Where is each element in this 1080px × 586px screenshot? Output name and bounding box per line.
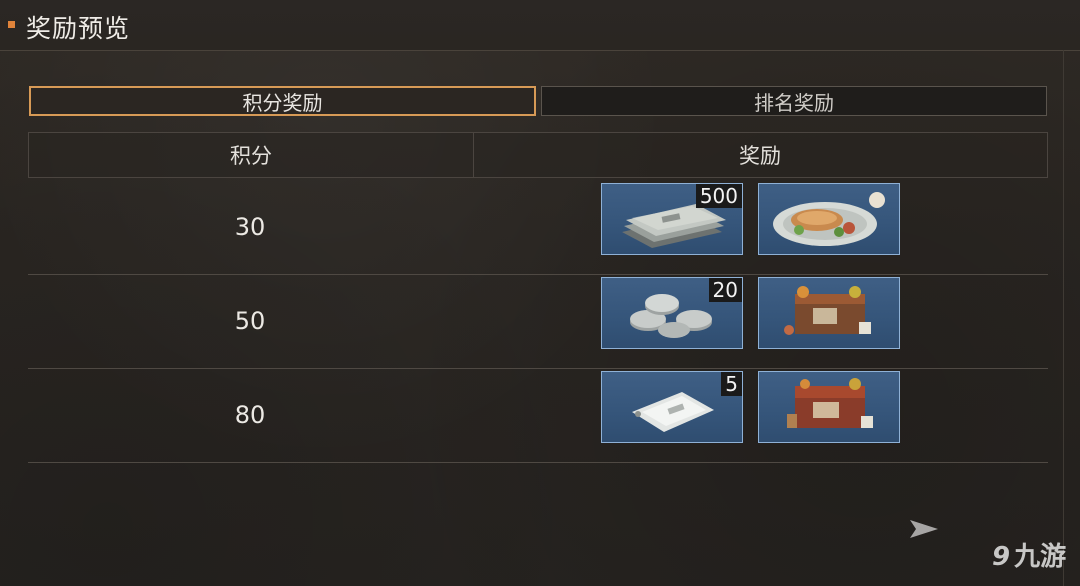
header-bar: 奖励预览 (0, 0, 1080, 51)
title-accent-mark (8, 21, 15, 28)
reward-item[interactable]: 500 (601, 183, 743, 255)
reward-item[interactable]: 20 (601, 277, 743, 349)
panel-divider (1063, 50, 1064, 586)
reward-item[interactable] (758, 183, 900, 255)
column-header-points: 积分 (29, 133, 474, 177)
points-value: 80 (234, 401, 266, 429)
watermark-logo: 9 九游 (992, 542, 1067, 572)
reward-count: 5 (721, 372, 742, 396)
tab-ranking-rewards[interactable]: 排名奖励 (541, 86, 1047, 116)
supply-crate-icon (787, 378, 873, 428)
table-row: 80 5 (28, 368, 1048, 463)
reward-item[interactable] (758, 371, 900, 443)
reward-item[interactable]: 5 (601, 371, 743, 443)
points-value: 30 (234, 213, 266, 241)
table-header: 积分 奖励 (28, 132, 1048, 178)
column-header-rewards: 奖励 (739, 144, 781, 168)
reward-item[interactable] (758, 277, 900, 349)
page-title: 奖励预览 (26, 14, 131, 43)
table-row: 30 500 (28, 180, 1048, 275)
supply-crate-icon (784, 286, 871, 335)
watermark-text: 九游 (1014, 542, 1067, 572)
points-value: 50 (234, 307, 266, 335)
food-plate-icon (773, 192, 885, 246)
reward-count: 20 (708, 278, 742, 302)
tab-points-rewards[interactable]: 积分奖励 (29, 86, 536, 116)
watermark-arrow-icon (910, 520, 938, 538)
reward-count: 500 (695, 184, 742, 208)
table-row: 50 20 (28, 274, 1048, 369)
